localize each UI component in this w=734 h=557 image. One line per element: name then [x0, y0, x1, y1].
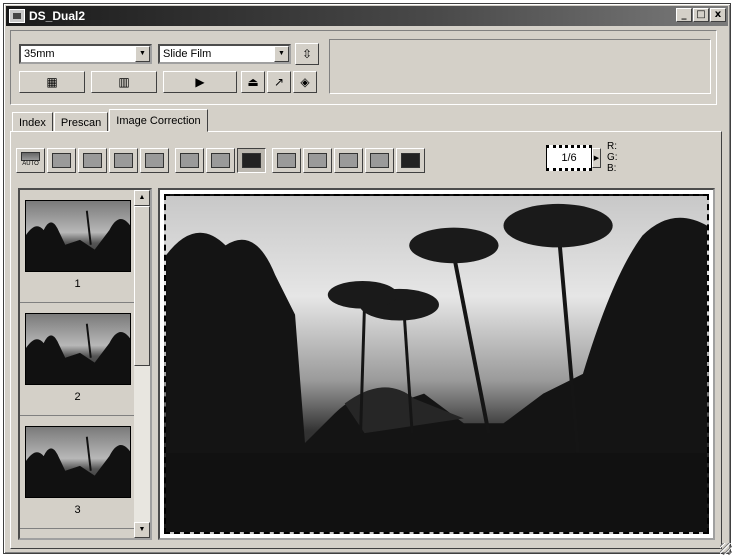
scroll-up-button[interactable]: ▲	[134, 190, 150, 206]
palm-landscape-image	[166, 203, 707, 532]
dropdown-button[interactable]	[334, 147, 363, 173]
tab-image-correction[interactable]: Image Correction	[109, 109, 208, 132]
preview-image[interactable]	[164, 194, 709, 534]
before-button[interactable]	[365, 147, 394, 173]
minimize-button[interactable]: _	[676, 8, 692, 22]
app-icon	[9, 9, 25, 23]
scrollbar-thumb[interactable]	[134, 206, 150, 366]
export-icon: ↗	[273, 75, 285, 89]
tab-bar: Index Prescan Image Correction	[12, 109, 209, 132]
maximize-button[interactable]: □	[693, 8, 709, 22]
r-label: R:	[607, 141, 617, 152]
frame-counter: 1/6 ▶	[546, 142, 601, 173]
close-button[interactable]: x	[710, 8, 726, 22]
focus-button[interactable]: ⇳	[295, 43, 319, 65]
brightness-button[interactable]	[78, 147, 107, 173]
compare-button[interactable]	[303, 147, 332, 173]
undo-button[interactable]	[237, 147, 266, 173]
film-format-select[interactable]: 35mm ▼	[19, 44, 152, 64]
info-well	[329, 39, 711, 94]
thumbnail-image	[25, 313, 131, 385]
frame-counter-value: 1/6	[546, 144, 592, 171]
image-preview[interactable]	[158, 188, 715, 540]
window-title: DS_Dual2	[29, 9, 86, 23]
settings-button[interactable]: ◈	[293, 71, 317, 93]
flip-button[interactable]	[206, 147, 235, 173]
film-strip-button[interactable]: ▦	[19, 71, 85, 93]
film-type-select[interactable]: Slide Film ▼	[158, 44, 291, 64]
film-format-value: 35mm	[24, 48, 55, 60]
auto-correct-icon	[21, 152, 40, 161]
eject-icon: ⏏	[247, 75, 259, 89]
dropdown-icon	[339, 152, 358, 168]
thumbnail-number: 2	[74, 391, 81, 403]
contrast-icon	[114, 152, 133, 168]
list-item[interactable]: 2	[20, 303, 135, 416]
before-icon	[370, 152, 389, 168]
flip-icon	[211, 152, 230, 168]
auto-label: AUTO	[22, 161, 39, 167]
next-frame-button[interactable]: ▶	[592, 147, 601, 168]
chevron-down-icon[interactable]: ▼	[135, 46, 150, 62]
curves-button[interactable]	[47, 147, 76, 173]
export-button[interactable]: ↗	[267, 71, 291, 93]
title-bar[interactable]: DS_Dual2 _ □ x	[6, 6, 728, 26]
scroll-down-button[interactable]: ▼	[134, 522, 150, 538]
brightness-icon	[83, 152, 102, 168]
auto-correct-button[interactable]: AUTO	[16, 147, 45, 173]
list-item[interactable]: 3	[20, 416, 135, 529]
chevron-down-icon[interactable]: ▼	[274, 46, 289, 62]
compare-icon	[308, 152, 327, 168]
b-label: B:	[607, 163, 617, 174]
color-balance-icon	[145, 152, 164, 168]
film-frames-icon: ▥	[118, 75, 130, 89]
rgb-readout: R: G: B:	[607, 141, 618, 174]
thumbnail-number: 3	[74, 504, 81, 516]
chevron-right-icon: ▶	[593, 154, 600, 162]
rotate-button[interactable]	[175, 147, 204, 173]
title-buttons: _ □ x	[676, 8, 726, 22]
thumbnail-image	[25, 426, 131, 498]
after-icon	[401, 152, 420, 168]
tab-prescan[interactable]: Prescan	[53, 112, 109, 132]
scan-button[interactable]: ▶	[163, 71, 237, 93]
snapshot-icon	[277, 152, 296, 168]
curves-icon	[52, 152, 71, 168]
film-type-value: Slide Film	[163, 48, 212, 60]
scan-icon: ▶	[195, 75, 205, 89]
tab-index[interactable]: Index	[12, 112, 53, 132]
resize-grip[interactable]	[720, 543, 732, 555]
thumbnail-list[interactable]: 1 2 3 ▲ ▼	[18, 188, 152, 540]
chevron-up-icon: ▲	[138, 194, 146, 201]
thumbnail-image	[25, 200, 131, 272]
list-item[interactable]: 1	[20, 190, 135, 303]
g-label: G:	[607, 152, 618, 163]
color-balance-button[interactable]	[140, 147, 169, 173]
rotate-icon	[180, 152, 199, 168]
undo-icon	[242, 152, 261, 168]
film-frames-button[interactable]: ▥	[91, 71, 157, 93]
after-button[interactable]	[396, 147, 425, 173]
vertical-scrollbar[interactable]: ▲ ▼	[134, 190, 150, 538]
eject-button[interactable]: ⏏	[241, 71, 265, 93]
settings-icon: ◈	[300, 75, 310, 89]
scan-control-panel: 35mm ▼ Slide Film ▼ ⇳ ▦ ▥ ▶ ⏏ ↗ ◈	[10, 30, 717, 105]
snapshot-button[interactable]	[272, 147, 301, 173]
correction-toolbar: AUTO	[16, 146, 427, 174]
chevron-down-icon: ▼	[138, 526, 146, 533]
contrast-button[interactable]	[109, 147, 138, 173]
thumbnail-number: 1	[74, 278, 81, 290]
film-strip-icon: ▦	[46, 75, 58, 89]
focus-icon: ⇳	[301, 47, 313, 61]
